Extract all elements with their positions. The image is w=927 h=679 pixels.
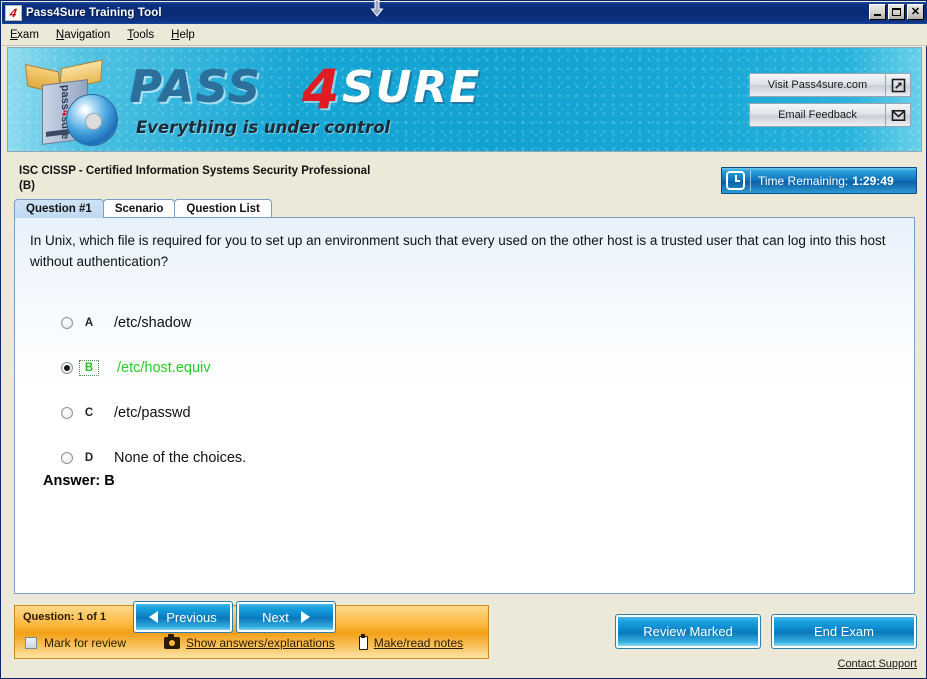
menu-item-tools-label: ools: [133, 28, 155, 41]
menu-item-exam[interactable]: Exam: [2, 27, 47, 43]
answer-choice-a[interactable]: A /etc/shadow: [61, 300, 861, 345]
navigation-buttons: Previous Next: [133, 601, 336, 633]
menu-item-tools[interactable]: Tools: [119, 27, 162, 43]
menu-item-navigation-label: avigation: [64, 28, 111, 41]
previous-button[interactable]: Previous: [133, 601, 233, 633]
visit-site-label: Visit Pass4sure.com: [749, 73, 886, 97]
tab-bar: Question #1 Scenario Question List: [14, 199, 272, 218]
clock-icon: [726, 171, 745, 190]
answer-choice-list: A /etc/shadow B /etc/host.equiv C /etc/p…: [61, 300, 861, 480]
menu-bar: Exam Navigation Tools Help: [2, 24, 927, 46]
exam-title: ISC CISSP - Certified Information System…: [19, 164, 619, 194]
menu-item-navigation[interactable]: Navigation: [48, 27, 118, 43]
arrow-right-icon: [300, 611, 310, 623]
pass4sure-logo-icon: 4: [5, 5, 22, 21]
question-counter: Question: 1 of 1: [23, 611, 107, 623]
wordmark-pass: PASS: [130, 62, 263, 113]
previous-label: Previous: [166, 609, 217, 625]
banner-actions: Visit Pass4sure.com Email Feedback: [749, 73, 911, 133]
mark-for-review-checkbox[interactable]: [25, 637, 37, 649]
choice-text-c: /etc/passwd: [114, 404, 191, 421]
menu-item-exam-label: xam: [17, 28, 39, 41]
answer-choice-b[interactable]: B /etc/host.equiv: [61, 345, 861, 390]
footer-actions: Mark for review Show answers/explanation…: [25, 634, 464, 650]
choice-text-a: /etc/shadow: [114, 314, 192, 331]
end-exam-button[interactable]: End Exam: [771, 614, 917, 649]
mark-for-review-label: Mark for review: [44, 636, 127, 650]
time-remaining-label: Time Remaining:: [758, 173, 849, 188]
next-label: Next: [262, 609, 289, 625]
minimize-button[interactable]: [869, 4, 886, 20]
question-text: In Unix, which file is required for you …: [30, 233, 886, 269]
tab-question[interactable]: Question #1: [14, 199, 104, 218]
window-title: Pass4Sure Training Tool: [26, 7, 162, 19]
email-feedback-button[interactable]: Email Feedback: [749, 103, 911, 127]
make-notes-link[interactable]: Make/read notes: [358, 634, 464, 650]
wordmark-sure: SURE: [342, 62, 482, 113]
email-feedback-label: Email Feedback: [749, 103, 886, 127]
camera-icon: [164, 634, 181, 649]
choice-letter-b: B: [79, 359, 99, 376]
cd-disc-icon: [66, 94, 118, 146]
make-notes-label: Make/read notes: [373, 636, 464, 650]
answer-choice-c[interactable]: C /etc/passwd: [61, 390, 861, 435]
brand-banner: pass4sure PASS 4 SURE Everything is unde…: [7, 47, 922, 152]
next-button[interactable]: Next: [236, 601, 336, 633]
application-window: 4 Pass4Sure Training Tool ✕ Exam Navigat…: [0, 0, 927, 679]
radio-button-c[interactable]: [61, 406, 73, 419]
window-controls: ✕: [869, 4, 924, 20]
choice-text-b: /etc/host.equiv: [117, 359, 211, 376]
answer-key-label: Answer: B: [43, 473, 115, 489]
arrow-left-icon: [149, 611, 159, 623]
time-remaining-value: 1:29:49: [852, 173, 894, 188]
radio-button-d[interactable]: [61, 451, 73, 464]
review-marked-button[interactable]: Review Marked: [615, 614, 761, 649]
contact-support-link[interactable]: Contact Support: [838, 658, 918, 670]
exam-title-main: ISC CISSP - Certified Information System…: [19, 165, 371, 177]
radio-button-a[interactable]: [61, 316, 73, 329]
timer-divider: [750, 170, 751, 191]
show-answers-link[interactable]: Show answers/explanations: [164, 634, 335, 650]
product-box-icon: pass4sure: [16, 54, 122, 148]
tab-scenario[interactable]: Scenario: [102, 199, 176, 218]
visit-site-button[interactable]: Visit Pass4sure.com: [749, 73, 911, 97]
external-link-icon: [886, 73, 911, 97]
notepad-icon: [358, 634, 368, 650]
brand-wordmark: PASS 4 SURE Everything is under control: [130, 58, 550, 142]
mouse-cursor: [370, 0, 384, 18]
menu-item-help[interactable]: Help: [163, 27, 203, 43]
choice-text-d: None of the choices.: [114, 449, 247, 466]
maximize-button[interactable]: [888, 4, 905, 20]
radio-button-b[interactable]: [61, 361, 73, 374]
choice-letter-a: A: [84, 316, 94, 329]
choice-letter-d: D: [84, 451, 94, 464]
answer-choice-d[interactable]: D None of the choices.: [61, 435, 861, 480]
question-panel: In Unix, which file is required for you …: [14, 217, 915, 594]
exam-title-sub: (B): [19, 180, 35, 192]
time-remaining-widget: Time Remaining: 1:29:49: [721, 167, 917, 194]
menu-item-help-label: elp: [179, 28, 195, 41]
close-button[interactable]: ✕: [907, 4, 924, 20]
envelope-icon: [886, 103, 911, 127]
title-bar: 4 Pass4Sure Training Tool ✕: [2, 2, 927, 24]
show-answers-label: Show answers/explanations: [186, 636, 335, 650]
wordmark-four: 4: [302, 58, 340, 121]
tab-question-list[interactable]: Question List: [174, 199, 272, 218]
choice-letter-c: C: [84, 406, 94, 419]
brand-tagline: Everything is under control: [136, 118, 391, 137]
